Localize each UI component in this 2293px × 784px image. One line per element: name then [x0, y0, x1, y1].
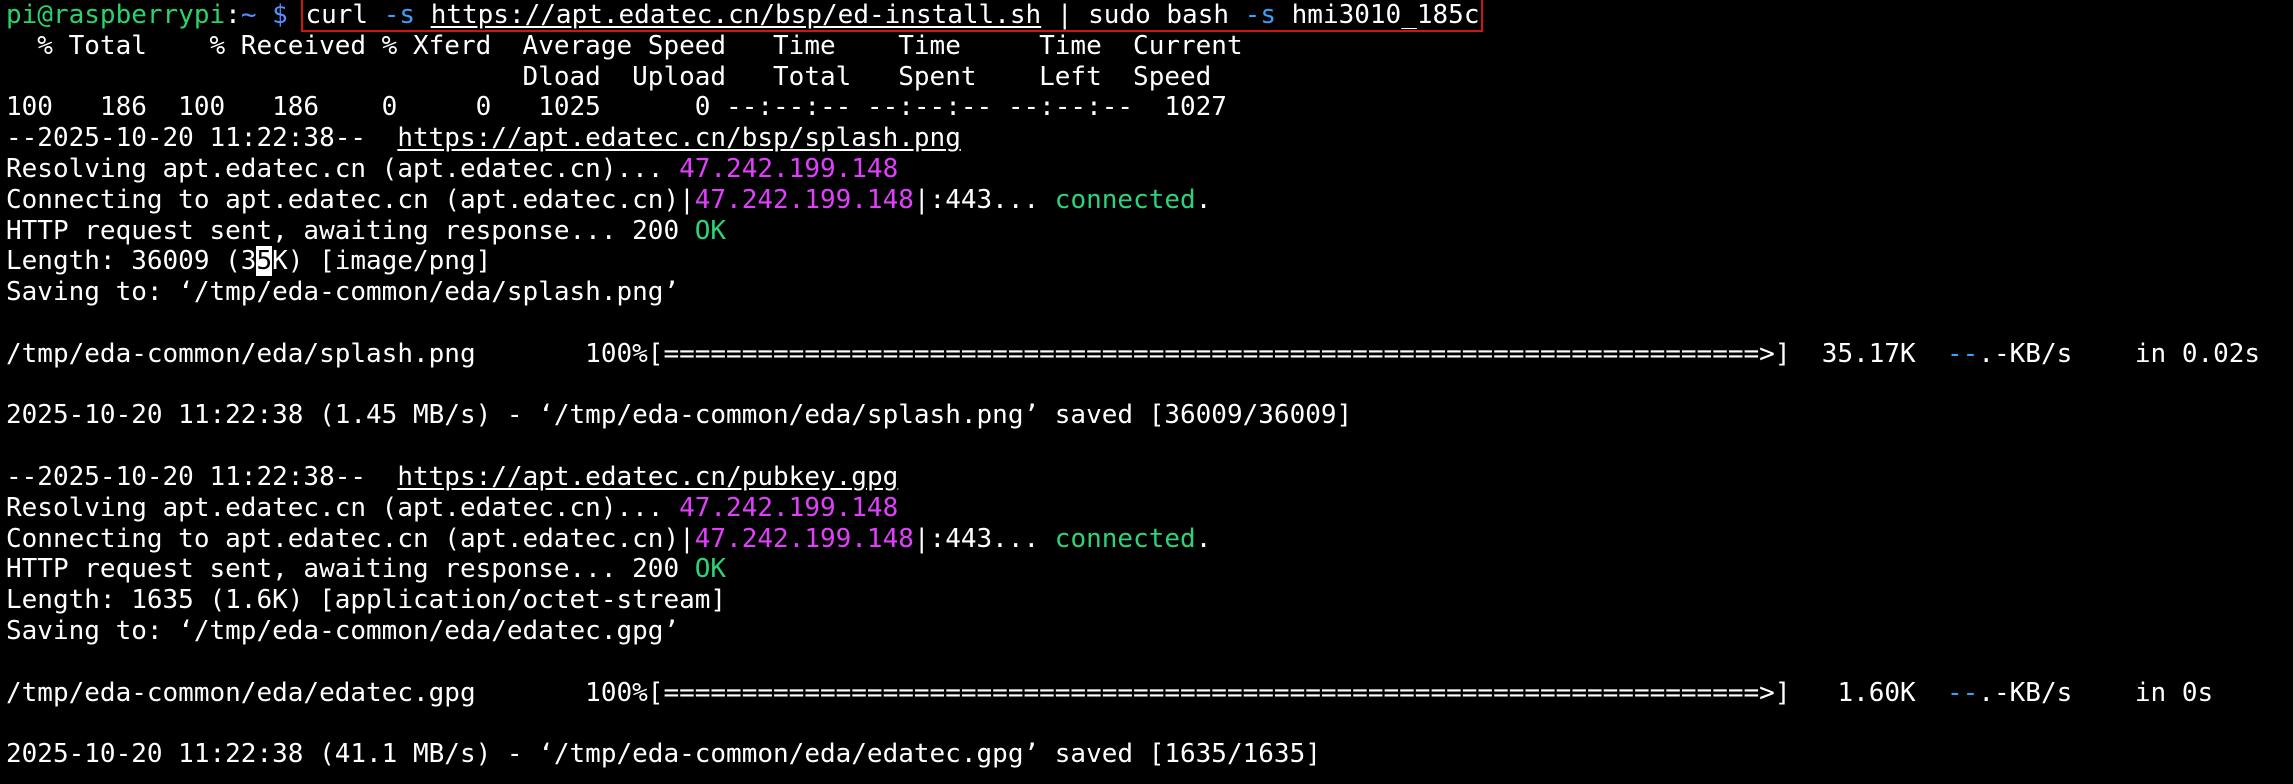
terminal-text: Length: 1635 (1.6K) [application/octet-s… [6, 585, 727, 616]
status-text: OK [694, 215, 727, 246]
output-line: --2025-10-20 11:22:38-- https://apt.edat… [6, 123, 2293, 154]
terminal-text: -- [1947, 677, 1979, 708]
terminal-text: -s [1244, 0, 1292, 30]
output-line: Resolving apt.edatec.cn (apt.edatec.cn).… [6, 493, 2293, 524]
terminal-text: |:443... [913, 184, 1055, 215]
terminal-text: Length: 36009 (3 [6, 246, 257, 277]
terminal-text: . [1195, 184, 1212, 215]
output-line: --2025-10-20 11:22:38-- https://apt.edat… [6, 462, 2293, 493]
terminal-text: --2025-10-20 11:22:38-- [6, 123, 398, 154]
url-text: https://apt.edatec.cn/pubkey.gpg [397, 461, 899, 492]
terminal-text: Connecting to apt.edatec.cn (apt.edatec.… [6, 523, 695, 554]
terminal-text: .-KB/s in 0.02s [1978, 338, 2261, 369]
terminal-text: Dload Upload Total Spent Left Speed [6, 61, 1212, 92]
terminal-output[interactable]: pi@raspberrypi:~ $ curl -s https://apt.e… [6, 0, 2293, 784]
terminal-text: Saving to: ‘/tmp/eda-common/eda/edatec.g… [6, 615, 680, 646]
terminal-text: K) [image/png] [272, 246, 492, 277]
terminal-text: 2025-10-20 11:22:38 (1.45 MB/s) - ‘/tmp/… [6, 400, 1353, 431]
shell-prompt: : [225, 0, 241, 30]
output-line: Resolving apt.edatec.cn (apt.edatec.cn).… [6, 154, 2293, 185]
output-line: /tmp/eda-common/eda/splash.png 100%[====… [6, 339, 2293, 370]
terminal-text: -- [1947, 338, 1979, 369]
status-text: connected [1054, 184, 1196, 215]
output-line: 2025-10-20 11:22:38 (1.45 MB/s) - ‘/tmp/… [6, 400, 2293, 431]
terminal-text: Connecting to apt.edatec.cn (apt.edatec.… [6, 184, 695, 215]
terminal-text: .-KB/s in 0s [1978, 677, 2214, 708]
terminal-text: % Total % Received % Xferd Average Speed… [6, 30, 1243, 61]
shell-prompt: ~ $ [240, 0, 304, 30]
status-text: OK [694, 554, 727, 585]
ip-address-text: 47.242.199.148 [694, 523, 914, 554]
output-line: 100 186 100 186 0 0 1025 0 --:--:-- --:-… [6, 92, 2293, 123]
output-line: 2025-10-20 11:22:38 (41.1 MB/s) - ‘/tmp/… [6, 739, 2293, 770]
output-line: Dload Upload Total Spent Left Speed [6, 62, 2293, 93]
terminal-text: HTTP request sent, awaiting response... … [6, 554, 695, 585]
terminal-text: --2025-10-20 11:22:38-- [6, 461, 398, 492]
output-line: % Total % Received % Xferd Average Speed… [6, 31, 2293, 62]
output-line: HTTP request sent, awaiting response... … [6, 554, 2293, 585]
terminal-text: /tmp/eda-common/eda/splash.png 100%[====… [6, 338, 1948, 369]
output-line: HTTP request sent, awaiting response... … [6, 216, 2293, 247]
output-line: Connecting to apt.edatec.cn (apt.edatec.… [6, 524, 2293, 555]
shell-prompt: pi@raspberrypi [6, 0, 226, 30]
status-text: connected [1054, 523, 1196, 554]
output-line: Length: 1635 (1.6K) [application/octet-s… [6, 585, 2293, 616]
url-text: https://apt.edatec.cn/bsp/ed-install.sh [430, 0, 1042, 30]
text-cursor: 5 [256, 246, 273, 277]
terminal-text: curl [305, 0, 384, 30]
terminal-text: /tmp/eda-common/eda/edatec.gpg 100%[====… [6, 677, 1948, 708]
terminal-text: . [1195, 523, 1212, 554]
output-line: Length: 36009 (35K) [image/png] [6, 246, 2293, 277]
ip-address-text: 47.242.199.148 [679, 492, 899, 523]
output-line: Saving to: ‘/tmp/eda-common/eda/edatec.g… [6, 616, 2293, 647]
terminal-text: 2025-10-20 11:22:38 (41.1 MB/s) - ‘/tmp/… [6, 739, 1321, 770]
terminal-text: 100 186 100 186 0 0 1025 0 --:--:-- --:-… [6, 92, 1227, 123]
terminal-text: |:443... [913, 523, 1055, 554]
command-line: pi@raspberrypi:~ $ curl -s https://apt.e… [6, 0, 2293, 32]
terminal-text: Resolving apt.edatec.cn (apt.edatec.cn).… [6, 492, 680, 523]
url-text: https://apt.edatec.cn/bsp/splash.png [397, 123, 961, 154]
terminal-text: Resolving apt.edatec.cn (apt.edatec.cn).… [6, 153, 680, 184]
output-line: Connecting to apt.edatec.cn (apt.edatec.… [6, 185, 2293, 216]
terminal-text: | sudo bash [1041, 0, 1245, 30]
ip-address-text: 47.242.199.148 [694, 184, 914, 215]
terminal-text: hmi3010_185c [1291, 0, 1480, 30]
output-line: Saving to: ‘/tmp/eda-common/eda/splash.p… [6, 277, 2293, 308]
terminal-text: HTTP request sent, awaiting response... … [6, 215, 695, 246]
terminal-text: -s [383, 0, 431, 30]
highlighted-command-box: curl -s https://apt.edatec.cn/bsp/ed-ins… [301, 0, 1484, 32]
output-line: /tmp/eda-common/eda/edatec.gpg 100%[====… [6, 678, 2293, 709]
ip-address-text: 47.242.199.148 [679, 153, 899, 184]
terminal-text: Saving to: ‘/tmp/eda-common/eda/splash.p… [6, 277, 680, 308]
